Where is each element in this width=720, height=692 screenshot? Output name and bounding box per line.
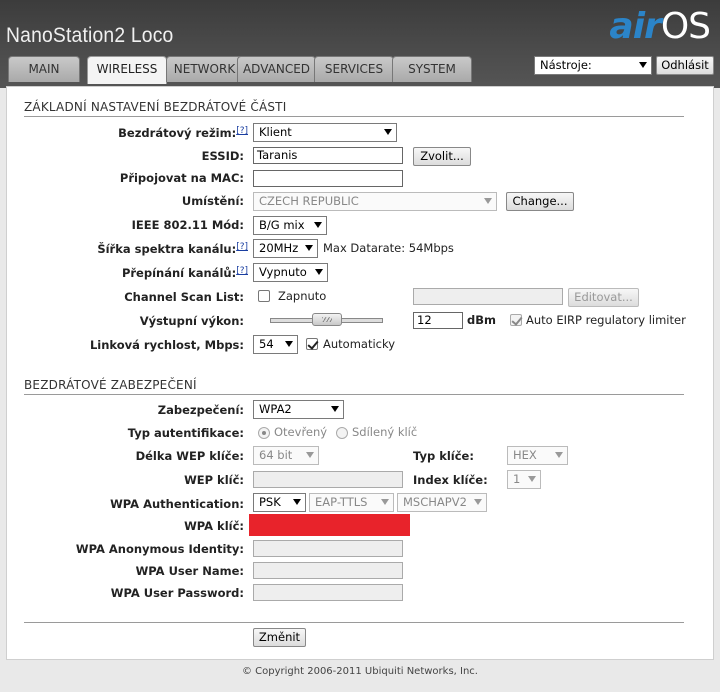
scan-list-checkbox-label: Zapnuto bbox=[278, 289, 327, 303]
scan-list-input bbox=[413, 288, 563, 305]
chevron-down-icon bbox=[528, 476, 536, 482]
essid-select-button[interactable]: Zvolit... bbox=[413, 147, 471, 166]
chevron-down-icon bbox=[639, 62, 647, 68]
chevron-down-icon bbox=[555, 452, 563, 458]
chevron-down-icon bbox=[315, 269, 323, 275]
wpa-anon-label: WPA Anonymous Identity: bbox=[75, 542, 244, 556]
key-index-label: Index klíče: bbox=[413, 473, 488, 487]
chevron-down-icon bbox=[306, 452, 314, 458]
inner-auth-select: MSCHAPV2 bbox=[397, 493, 487, 512]
scan-list-checkbox[interactable] bbox=[258, 290, 270, 302]
channel-shifting-label: Přepínání kanálů:[?] bbox=[121, 266, 248, 280]
tools-select[interactable]: Nástroje: bbox=[534, 56, 652, 75]
divider bbox=[24, 394, 684, 395]
scan-list-edit-button: Editovat... bbox=[568, 288, 639, 307]
max-datarate-text: Max Datarate: 54Mbps bbox=[323, 241, 454, 255]
mac-input[interactable] bbox=[253, 170, 403, 187]
wpa-anon-input bbox=[253, 540, 403, 557]
help-link[interactable]: [?] bbox=[236, 266, 248, 276]
link-rate-label: Linková rychlost, Mbps: bbox=[89, 338, 244, 352]
section-title-security: BEZDRÁTOVÉ ZABEZPEČENÍ bbox=[24, 378, 197, 392]
tab-services[interactable]: SERVICES bbox=[314, 56, 394, 82]
key-index-select: 1 bbox=[507, 470, 541, 489]
auto-eirp-label: Auto EIRP regulatory limiter bbox=[526, 313, 686, 327]
output-power-unit: dBm bbox=[467, 313, 496, 327]
eap-type-select: EAP-TTLS bbox=[309, 493, 394, 512]
tab-wireless[interactable]: WIRELESS bbox=[87, 56, 167, 84]
mode-label: Bezdrátový režim:[?] bbox=[118, 126, 248, 140]
chevron-down-icon bbox=[293, 499, 301, 505]
ieee-mode-label: IEEE 802.11 Mód: bbox=[131, 218, 244, 232]
tab-main[interactable]: MAIN bbox=[8, 56, 80, 82]
logout-button[interactable]: Odhlásit bbox=[656, 56, 714, 75]
wep-length-select: 64 bit bbox=[253, 446, 319, 465]
help-link[interactable]: [?] bbox=[236, 126, 248, 136]
wpa-user-label: WPA User Name: bbox=[135, 564, 244, 578]
auth-type-label: Typ autentifikace: bbox=[127, 426, 244, 440]
tab-advanced[interactable]: ADVANCED bbox=[237, 56, 316, 82]
copyright-footer: © Copyright 2006-2011 Ubiquiti Networks,… bbox=[242, 666, 478, 677]
chevron-down-icon bbox=[484, 198, 492, 204]
essid-input[interactable]: Taranis bbox=[253, 147, 403, 164]
tab-system[interactable]: SYSTEM bbox=[392, 56, 472, 82]
country-change-button[interactable]: Change... bbox=[506, 192, 574, 211]
wpa-auth-label: WPA Authentication: bbox=[110, 497, 244, 511]
wpa-key-label: WPA klíč: bbox=[184, 519, 244, 533]
wpa-key-input-redacted[interactable] bbox=[249, 514, 410, 536]
key-type-label: Typ klíče: bbox=[413, 449, 474, 463]
auto-eirp-checkbox bbox=[510, 314, 522, 326]
wep-length-label: Délka WEP klíče: bbox=[135, 449, 244, 463]
divider bbox=[24, 116, 684, 117]
save-button[interactable]: Změnit bbox=[253, 628, 306, 647]
tab-network[interactable]: NETWORK bbox=[166, 56, 243, 82]
key-type-select: HEX bbox=[507, 446, 568, 465]
chevron-down-icon bbox=[381, 499, 389, 505]
device-name: NanoStation2 Loco bbox=[6, 24, 174, 47]
link-rate-select[interactable]: 54 bbox=[253, 335, 298, 354]
chevron-down-icon bbox=[285, 341, 293, 347]
section-title-basic: ZÁKLADNÍ NASTAVENÍ BEZDRÁTOVÉ ČÁSTI bbox=[24, 100, 287, 114]
wep-key-input bbox=[253, 471, 403, 488]
wpa-password-input bbox=[253, 584, 403, 601]
chevron-down-icon bbox=[331, 406, 339, 412]
chevron-down-icon bbox=[474, 499, 482, 505]
output-power-input[interactable]: 12 bbox=[413, 312, 463, 329]
security-select[interactable]: WPA2 bbox=[253, 400, 344, 419]
help-link[interactable]: [?] bbox=[236, 242, 248, 252]
airos-logo: airOS bbox=[609, 6, 711, 47]
wpa-user-input bbox=[253, 562, 403, 579]
channel-width-select[interactable]: 20MHz bbox=[253, 239, 318, 258]
wep-key-label: WEP klíč: bbox=[184, 473, 244, 487]
divider bbox=[24, 622, 684, 623]
wpa-password-label: WPA User Password: bbox=[110, 586, 244, 600]
essid-label: ESSID: bbox=[201, 149, 244, 163]
chevron-down-icon bbox=[305, 245, 313, 251]
output-power-label: Výstupní výkon: bbox=[139, 314, 244, 328]
country-select: CZECH REPUBLIC bbox=[253, 192, 497, 211]
wpa-auth-select[interactable]: PSK bbox=[253, 493, 306, 512]
output-power-slider-handle[interactable] bbox=[311, 313, 342, 326]
channel-width-label: Šířka spektra kanálu:[?] bbox=[97, 242, 248, 256]
wireless-mode-select[interactable]: Klient bbox=[253, 123, 397, 142]
chevron-down-icon bbox=[314, 222, 322, 228]
link-rate-auto-label: Automaticky bbox=[323, 337, 396, 351]
mac-label: Připojovat na MAC: bbox=[119, 171, 244, 185]
channel-shifting-select[interactable]: Vypnuto bbox=[253, 263, 328, 282]
chevron-down-icon bbox=[384, 129, 392, 135]
auth-shared-label: Sdílený klíč bbox=[352, 425, 418, 439]
ieee-mode-select[interactable]: B/G mix bbox=[253, 216, 327, 235]
auth-shared-radio bbox=[336, 427, 348, 439]
auth-open-label: Otevřený bbox=[274, 425, 328, 439]
security-label: Zabezpečení: bbox=[157, 403, 244, 417]
country-label: Umístění: bbox=[181, 194, 244, 208]
auth-open-radio bbox=[258, 427, 270, 439]
scan-list-label: Channel Scan List: bbox=[124, 290, 244, 304]
link-rate-auto-checkbox[interactable] bbox=[306, 338, 318, 350]
